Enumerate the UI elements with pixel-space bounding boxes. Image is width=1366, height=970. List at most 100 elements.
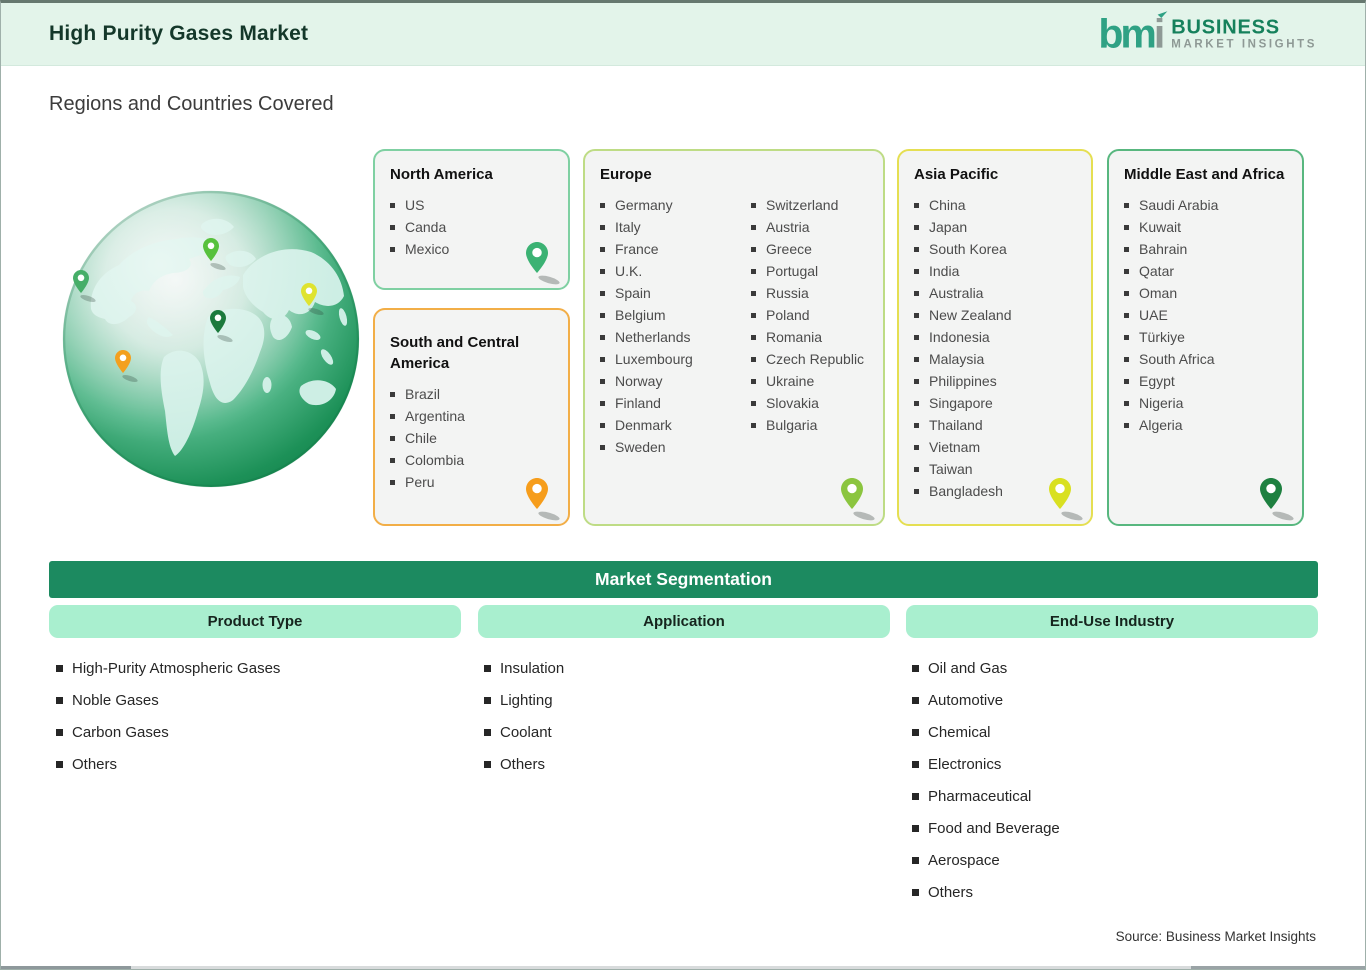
bullet-icon (751, 400, 756, 406)
list-item: Singapore (914, 392, 1079, 414)
logo-business-label: BUSINESS (1171, 16, 1280, 39)
list-item: Electronics (912, 748, 1060, 780)
bullet-icon (600, 312, 605, 318)
list-item: Sweden (600, 436, 748, 458)
bullet-icon (390, 246, 395, 252)
source-note: Source: Business Market Insights (1115, 929, 1316, 944)
region-card-title: Europe (600, 166, 652, 183)
list-item: Austria (751, 216, 864, 238)
bullet-icon (914, 400, 919, 406)
segment-header-application: Application (478, 605, 890, 638)
bullet-icon (1124, 334, 1129, 340)
list-item: U.K. (600, 260, 748, 282)
bullet-icon (484, 760, 491, 768)
region-card-south-central-america: South and Central America Brazil Argenti… (373, 308, 570, 526)
list-item: Food and Beverage (912, 812, 1060, 844)
list-item: Portugal (751, 260, 864, 282)
bullet-icon (912, 760, 919, 768)
list-item: Others (484, 748, 564, 780)
bullet-icon (56, 664, 63, 672)
list-item: Bulgaria (751, 414, 864, 436)
product-type-list: High-Purity Atmospheric Gases Noble Gase… (56, 652, 280, 780)
bullet-icon (390, 457, 395, 463)
list-item: Argentina (390, 405, 556, 427)
bullet-icon (1124, 378, 1129, 384)
list-item: Chemical (912, 716, 1060, 748)
bullet-icon (484, 664, 491, 672)
logo-market-insights-label: MARKET INSIGHTS (1171, 38, 1317, 51)
list-item: Kuwait (1124, 216, 1290, 238)
list-item: Malaysia (914, 348, 1079, 370)
bmi-logo: bmi BUSINESS MARKET INSIGHTS (1098, 8, 1317, 54)
list-item: Belgium (600, 304, 748, 326)
region-card-title: North America (390, 166, 493, 183)
bullet-icon (751, 378, 756, 384)
bullet-icon (390, 391, 395, 397)
bullet-icon (914, 246, 919, 252)
bullet-icon (914, 312, 919, 318)
list-item: Noble Gases (56, 684, 280, 716)
bullet-icon (600, 378, 605, 384)
bullet-icon (914, 488, 919, 494)
bullet-icon (914, 202, 919, 208)
map-pin-icon (1260, 478, 1294, 521)
list-item: Vietnam (914, 436, 1079, 458)
list-item: Switzerland (751, 194, 864, 216)
list-item: Thailand (914, 414, 1079, 436)
list-item: Slovakia (751, 392, 864, 414)
bullet-icon (1124, 246, 1129, 252)
list-item: Türkiye (1124, 326, 1290, 348)
region-country-list: Germany Italy France U.K. Spain Belgium … (597, 194, 748, 458)
region-country-list: Saudi Arabia Kuwait Bahrain Qatar Oman U… (1121, 194, 1290, 436)
list-item: Saudi Arabia (1124, 194, 1290, 216)
bullet-icon (914, 224, 919, 230)
bullet-icon (1124, 422, 1129, 428)
bullet-icon (751, 224, 756, 230)
region-card-north-america: North America US Canda Mexico (373, 149, 570, 290)
list-item: Canda (390, 216, 556, 238)
globe-pin-north-america-icon (73, 270, 96, 302)
list-item: Others (912, 876, 1060, 908)
bullet-icon (600, 422, 605, 428)
bullet-icon (914, 466, 919, 472)
list-item: New Zealand (914, 304, 1079, 326)
list-item: Algeria (1124, 414, 1290, 436)
list-item: Indonesia (914, 326, 1079, 348)
region-card-title: Asia Pacific (914, 166, 999, 183)
bullet-icon (751, 290, 756, 296)
list-item: Pharmaceutical (912, 780, 1060, 812)
region-card-europe: Europe Germany Italy France U.K. Spain B… (583, 149, 885, 526)
globe-pin-europe-icon (203, 238, 226, 270)
list-item: France (600, 238, 748, 260)
segment-header-product-type: Product Type (49, 605, 461, 638)
bullet-icon (390, 479, 395, 485)
list-item: Brazil (390, 383, 556, 405)
bullet-icon (912, 792, 919, 800)
header-band: High Purity Gases Market bmi BUSINESS MA… (1, 3, 1365, 66)
list-item: High-Purity Atmospheric Gases (56, 652, 280, 684)
region-country-list: Switzerland Austria Greece Portugal Russ… (748, 194, 864, 458)
list-item: Chile (390, 427, 556, 449)
bullet-icon (914, 444, 919, 450)
bullet-icon (600, 246, 605, 252)
bullet-icon (390, 413, 395, 419)
bullet-icon (600, 268, 605, 274)
list-item: Russia (751, 282, 864, 304)
list-item: Poland (751, 304, 864, 326)
list-item: Bahrain (1124, 238, 1290, 260)
region-card-asia-pacific: Asia Pacific China Japan South Korea Ind… (897, 149, 1093, 526)
region-card-title: South and Central America (390, 334, 520, 372)
list-item: UAE (1124, 304, 1290, 326)
bullet-icon (914, 334, 919, 340)
list-item: Oman (1124, 282, 1290, 304)
list-item: Philippines (914, 370, 1079, 392)
bullet-icon (914, 378, 919, 384)
list-item: Aerospace (912, 844, 1060, 876)
list-item: South Africa (1124, 348, 1290, 370)
bullet-icon (751, 334, 756, 340)
bullet-icon (390, 202, 395, 208)
market-segmentation-banner: Market Segmentation (49, 561, 1318, 598)
list-item: Greece (751, 238, 864, 260)
list-item: Carbon Gases (56, 716, 280, 748)
list-item: Oil and Gas (912, 652, 1060, 684)
